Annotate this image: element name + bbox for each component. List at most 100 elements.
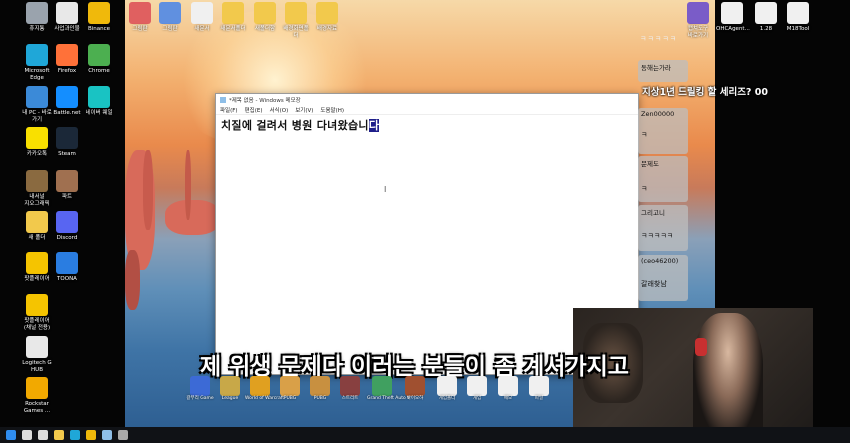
desktop-icon[interactable]: Rockstar Games ... — [20, 377, 54, 415]
paint-icon — [159, 2, 181, 24]
notepad-titlebar[interactable]: *제목 없음 - Windows 메모장 — [216, 94, 638, 105]
desktop-icon[interactable]: 1.28 — [750, 2, 782, 33]
chat-message: ㅋ — [641, 131, 648, 139]
icon-label: Steam — [58, 151, 76, 157]
folder-icon — [316, 2, 338, 24]
icon-label: 팟플레이어 (채널 전용) — [23, 318, 51, 331]
desktop-icon[interactable]: 배경화면폴더 — [281, 2, 311, 40]
desktop-icon[interactable]: 새 폴더 — [20, 211, 54, 242]
dock-icon[interactable]: World of Warcraft — [245, 376, 285, 402]
menu-format[interactable]: 서식(O) — [269, 106, 288, 114]
desktop-icon[interactable]: Discord — [50, 211, 84, 242]
desktop-icon[interactable]: 내서널 지오그래픽 — [20, 170, 54, 208]
dock-icon[interactable]: 바이오하 — [400, 376, 430, 402]
desktop-icon[interactable]: Battle.net — [50, 86, 84, 117]
icon-label: Firefox — [57, 68, 77, 74]
icon-label: 네이버 웨일 — [85, 110, 113, 116]
chat-item: (ceo46200) 갈래찾남 — [638, 255, 688, 301]
edge-icon[interactable] — [70, 430, 80, 440]
chat-username: 동해는가라 — [641, 64, 671, 72]
folder-icon — [285, 2, 307, 24]
notepad-text: 치질에 걸려서 병원 다녀왔습니 — [221, 119, 369, 132]
desktop-icon[interactable]: 새문서폴더 — [218, 2, 248, 33]
document-icon — [56, 2, 78, 24]
app-icon[interactable] — [118, 430, 128, 440]
notepad-text-area[interactable]: 치질에 걸려서 병원 다녀왔습니다 — [221, 117, 380, 133]
dock-icon[interactable]: PUBG — [305, 376, 335, 402]
icon-label: 배경화면폴더 — [283, 26, 309, 39]
desktop-icon[interactable]: OHCAgent... — [716, 2, 750, 33]
menu-file[interactable]: 파일(F) — [220, 106, 238, 114]
desktop-icon[interactable]: 내 PC - 바로 가기 — [20, 86, 54, 124]
desktop-icon[interactable]: M18Tool — [782, 2, 814, 33]
desktop-icon[interactable]: 그림판 — [125, 2, 155, 33]
desktop-icon[interactable]: 파트 — [50, 170, 84, 201]
windows-taskbar — [0, 427, 850, 443]
flamingo-3 — [165, 200, 220, 235]
icon-label: 사업과인물 — [54, 26, 80, 32]
chat-highlight-line: 지상1년 드릴킹 할 세리즈? 00 — [642, 87, 768, 98]
search-icon[interactable] — [22, 430, 32, 440]
chat-item: Zen00000 ㅋ — [638, 108, 688, 154]
desktop-icon[interactable]: 네이버 웨일 — [82, 86, 116, 117]
league-icon — [220, 376, 240, 396]
desktop-icon[interactable]: 배경자료 — [312, 2, 342, 33]
dock-icon[interactable]: 갈무리 Game — [185, 376, 215, 402]
menu-help[interactable]: 도움말(H) — [320, 106, 344, 114]
dock-icon[interactable]: 스트리트 — [335, 376, 365, 402]
dock-icon[interactable]: 메모 — [493, 376, 523, 402]
desktop-icon[interactable]: TOONA — [50, 252, 84, 283]
icon-label: PUBG — [313, 396, 327, 401]
desktop-icon[interactable]: 팟플레이어 — [20, 252, 54, 283]
desktop-icon[interactable]: 새폴더함 — [250, 2, 280, 33]
dock-icon[interactable]: PUBG — [275, 376, 305, 402]
desktop-icon[interactable]: Firefox — [50, 44, 84, 75]
desktop-icon[interactable]: Binance — [82, 2, 116, 33]
icon-label: 그림판 — [132, 26, 148, 32]
desktop-icon[interactable]: Chrome — [82, 44, 116, 75]
desktop-icon[interactable]: 캡쳐도구 바로가기 — [682, 2, 714, 40]
dock-icon[interactable]: League — [215, 376, 245, 402]
icon-label: World of Warcraft — [245, 396, 285, 401]
dock-icon[interactable]: 게임 — [462, 376, 492, 402]
desktop-icon[interactable]: 팟플레이어 (채널 전용) — [20, 294, 54, 332]
desktop-icon[interactable]: Logitech G HUB — [20, 336, 54, 374]
desktop-icon[interactable]: 휴지통 — [20, 2, 54, 33]
dock-icon[interactable]: 게임폴더 — [432, 376, 462, 402]
task-view-icon[interactable] — [38, 430, 48, 440]
desktop-icon[interactable]: 사업과인물 — [50, 2, 84, 33]
wow-icon — [250, 376, 270, 396]
recycle-bin-icon — [26, 2, 48, 24]
notepad-title: *제목 없음 - Windows 메모장 — [229, 97, 301, 104]
document-icon — [529, 376, 549, 396]
document-icon — [498, 376, 518, 396]
flamingo-2 — [143, 150, 153, 230]
dock-icon[interactable]: 파일 — [524, 376, 554, 402]
desktop-icon[interactable]: Microsoft Edge — [20, 44, 54, 82]
game-icon — [405, 376, 425, 396]
notepad-icon[interactable] — [102, 430, 112, 440]
binance-icon[interactable] — [86, 430, 96, 440]
desktop-icon[interactable]: 카카오톡 — [20, 127, 54, 158]
chat-top-line: ㅋㅋㅋㅋㅋ — [640, 35, 678, 43]
start-icon[interactable] — [6, 430, 16, 440]
desktop-icon[interactable]: 그림판 — [155, 2, 185, 33]
icon-label: 새 폴더 — [28, 235, 46, 241]
icon-label: Discord — [56, 235, 78, 241]
chat-item: 문제도 ㅋ — [638, 156, 688, 202]
edge-icon — [26, 44, 48, 66]
chat-username: 그리고니 — [641, 209, 665, 217]
icon-label: 캡쳐도구 바로가기 — [687, 26, 709, 39]
chat-message: ㅋㅋㅋㅋㅋ — [641, 232, 674, 240]
menu-edit[interactable]: 편집(E) — [245, 106, 263, 114]
icon-label: TOONA — [57, 276, 77, 282]
folder-icon — [26, 170, 48, 192]
icon-label: 메모 — [503, 396, 513, 401]
file-explorer-icon[interactable] — [54, 430, 64, 440]
dock-icon[interactable]: Grand Theft Auto V — [367, 376, 410, 402]
menu-view[interactable]: 보기(V) — [295, 106, 313, 114]
steam-icon — [56, 127, 78, 149]
desktop-icon[interactable]: 새문서 — [187, 2, 217, 33]
desktop-icon[interactable]: Steam — [50, 127, 84, 158]
icon-label: 스트리트 — [341, 396, 359, 401]
